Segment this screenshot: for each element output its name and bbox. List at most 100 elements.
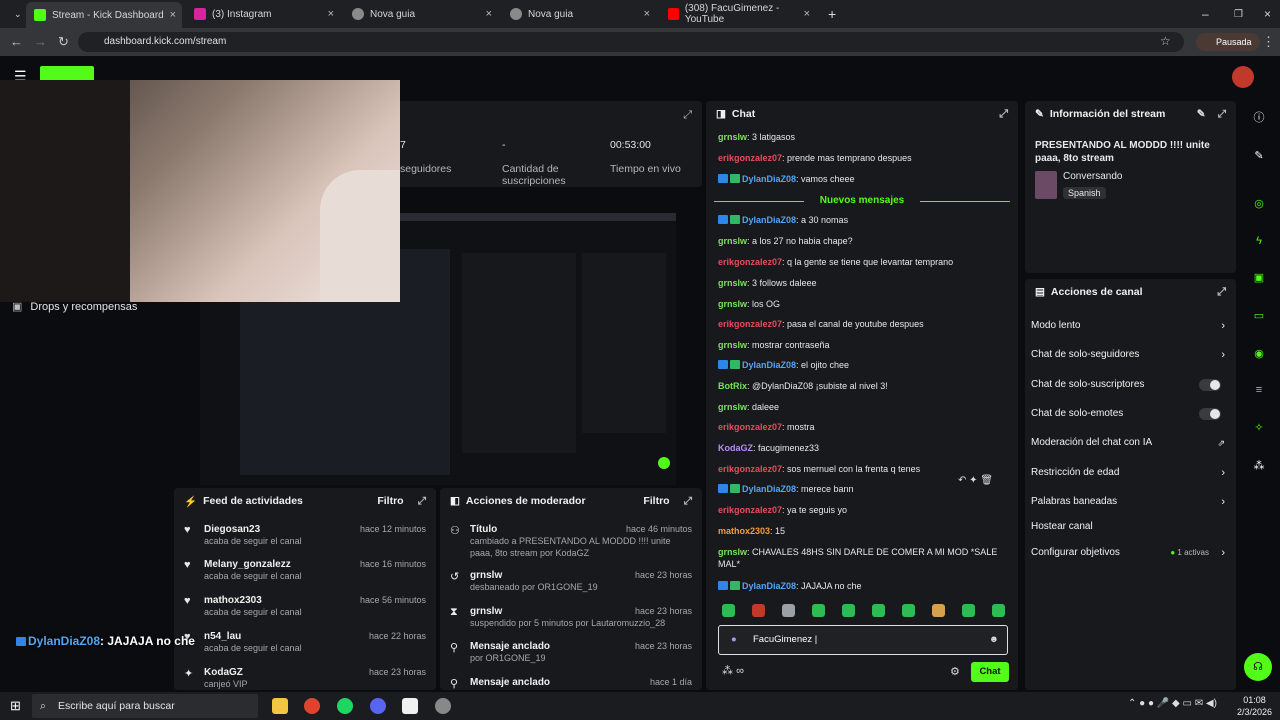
chat-username[interactable]: grnslw bbox=[718, 402, 747, 412]
points-indicator[interactable]: ⁂ ∞ bbox=[722, 664, 744, 677]
action-age-restriction[interactable]: Restricción de edad › bbox=[1031, 465, 1231, 481]
emote-icon[interactable] bbox=[722, 604, 735, 617]
chat-username[interactable]: grnslw bbox=[718, 132, 747, 142]
reload-icon[interactable]: ↻ bbox=[58, 34, 69, 50]
windows-start-icon[interactable]: ⊞ bbox=[10, 698, 21, 714]
chat-username[interactable]: DylanDiaZ08 bbox=[742, 215, 796, 225]
maximize-button[interactable]: ❐ bbox=[1226, 4, 1251, 24]
close-tab-icon[interactable]: × bbox=[486, 8, 492, 20]
chat-username[interactable]: erikgonzalez07 bbox=[718, 257, 782, 267]
chat-username[interactable]: KodaGZ bbox=[718, 443, 753, 453]
back-icon[interactable]: ← bbox=[10, 34, 23, 49]
gear-icon[interactable]: ⚙ bbox=[950, 665, 960, 678]
emote-icon[interactable] bbox=[752, 604, 765, 617]
help-headset-icon[interactable]: ☊ bbox=[1244, 653, 1272, 681]
close-tab-icon[interactable]: × bbox=[328, 8, 334, 20]
chat-icon[interactable]: ▭ bbox=[1250, 307, 1268, 325]
chat-username[interactable]: BotRix bbox=[718, 381, 747, 391]
profile-button[interactable]: Pausada bbox=[1196, 33, 1260, 51]
action-banned-words[interactable]: Palabras baneadas › bbox=[1031, 494, 1231, 510]
chat-username[interactable]: erikgonzalez07 bbox=[718, 505, 782, 515]
emote-icon[interactable] bbox=[962, 604, 975, 617]
emote-icon[interactable] bbox=[842, 604, 855, 617]
emote-icon[interactable] bbox=[932, 604, 945, 617]
obs-icon[interactable] bbox=[435, 698, 451, 714]
category-name[interactable]: Conversando bbox=[1063, 171, 1122, 182]
file-explorer-icon[interactable] bbox=[272, 698, 288, 714]
emoji-icon[interactable]: ☻ bbox=[989, 626, 999, 654]
forward-icon[interactable]: → bbox=[34, 34, 47, 49]
avatar[interactable] bbox=[1232, 66, 1254, 88]
sparkle-icon[interactable]: ⁂ bbox=[1250, 457, 1268, 475]
tab-search-icon[interactable]: ⌄ bbox=[6, 4, 22, 24]
close-tab-icon[interactable]: × bbox=[170, 9, 176, 21]
action-emotes-only[interactable]: Chat de solo-emotes bbox=[1031, 406, 1231, 422]
chat-input[interactable]: ● FacuGimenez | ☻ bbox=[718, 625, 1008, 655]
menu-dots-icon[interactable]: ⋮ bbox=[1262, 34, 1275, 50]
chat-username[interactable]: DylanDiaZ08 bbox=[742, 581, 796, 591]
tab-kick-dashboard[interactable]: Stream - Kick Dashboard × bbox=[26, 2, 182, 28]
new-tab-button[interactable]: + bbox=[820, 4, 840, 24]
chat-username[interactable]: DylanDiaZ08 bbox=[742, 174, 796, 184]
bolt-icon[interactable]: ϟ bbox=[1250, 232, 1268, 250]
tab-instagram[interactable]: (3) Instagram × bbox=[186, 4, 340, 24]
chat-username[interactable]: erikgonzalez07 bbox=[718, 319, 782, 329]
chat-username[interactable]: DylanDiaZ08 bbox=[742, 360, 796, 370]
action-subscribers-only[interactable]: Chat de solo-suscriptores bbox=[1031, 377, 1231, 393]
emote-icon[interactable] bbox=[782, 604, 795, 617]
chat-username[interactable]: grnslw bbox=[718, 547, 747, 557]
emote-icon[interactable] bbox=[872, 604, 885, 617]
tab-youtube[interactable]: (308) FacuGimenez - YouTube × bbox=[660, 3, 816, 25]
wrench-icon[interactable]: ✧ bbox=[1250, 419, 1268, 437]
action-goals[interactable]: Configurar objetivos ● 1 activas › bbox=[1031, 545, 1231, 561]
close-tab-icon[interactable]: × bbox=[804, 8, 810, 20]
chat-username[interactable]: DylanDiaZ08 bbox=[742, 484, 796, 494]
emote-icon[interactable] bbox=[992, 604, 1005, 617]
emotes-only-toggle[interactable] bbox=[1199, 408, 1221, 420]
tab-nova-guia-2[interactable]: Nova guia × bbox=[502, 4, 656, 24]
clipboard-icon[interactable]: ▣ bbox=[1250, 269, 1268, 287]
info-icon[interactable]: ⓘ bbox=[1250, 109, 1268, 127]
expand-icon[interactable]: ⤢ bbox=[418, 495, 426, 508]
emote-icon[interactable] bbox=[902, 604, 915, 617]
url-field[interactable]: dashboard.kick.com/stream bbox=[78, 32, 1184, 52]
chat-username[interactable]: erikgonzalez07 bbox=[718, 422, 782, 432]
chat-username[interactable]: erikgonzalez07 bbox=[718, 464, 782, 474]
taskbar-search[interactable]: ⌕ Escribe aquí para buscar bbox=[32, 694, 258, 718]
feed-filter-button[interactable]: Filtro bbox=[377, 495, 403, 507]
chat-username[interactable]: grnslw bbox=[718, 340, 747, 350]
chat-username[interactable]: mathox2303 bbox=[718, 526, 770, 536]
emote-icon[interactable] bbox=[812, 604, 825, 617]
close-tab-icon[interactable]: × bbox=[644, 8, 650, 20]
expand-icon[interactable]: ⤢ bbox=[683, 109, 692, 122]
chat-username[interactable]: grnslw bbox=[718, 236, 747, 246]
tab-nova-guia-1[interactable]: Nova guia × bbox=[344, 4, 498, 24]
chat-username[interactable]: grnslw bbox=[718, 278, 747, 288]
action-ai-moderation[interactable]: Moderación del chat con IA ⇗ bbox=[1031, 435, 1231, 451]
target-icon[interactable]: ◎ bbox=[1250, 195, 1268, 213]
system-tray-icons[interactable]: ⌃ ● ● 🎤 ◆ ▭ ✉ ◀) bbox=[1128, 698, 1217, 709]
expand-icon[interactable]: ⤢ bbox=[999, 108, 1008, 121]
list-icon[interactable]: ≡ bbox=[1250, 381, 1268, 399]
broadcast-icon[interactable]: ◉ bbox=[1250, 345, 1268, 363]
chat-username[interactable]: grnslw bbox=[718, 299, 747, 309]
close-window-button[interactable]: × bbox=[1256, 4, 1279, 24]
store-icon[interactable] bbox=[402, 698, 418, 714]
action-slow-mode[interactable]: Modo lento › bbox=[1031, 318, 1231, 334]
expand-icon[interactable]: ⤢ bbox=[684, 495, 692, 508]
subscribers-only-toggle[interactable] bbox=[1199, 379, 1221, 391]
new-messages-divider[interactable]: Nuevos mensajes bbox=[714, 195, 1010, 206]
pencil-icon[interactable]: ✎ bbox=[1250, 147, 1268, 165]
send-chat-button[interactable]: Chat bbox=[971, 662, 1009, 682]
taskbar-clock[interactable]: 01:08 2/3/2026 bbox=[1237, 694, 1272, 718]
expand-icon[interactable]: ⤢ bbox=[1218, 108, 1226, 121]
action-followers-only[interactable]: Chat de solo-seguidores › bbox=[1031, 347, 1231, 363]
action-host-channel[interactable]: Hostear canal bbox=[1031, 519, 1231, 535]
chrome-icon[interactable] bbox=[304, 698, 320, 714]
spotify-icon[interactable] bbox=[337, 698, 353, 714]
discord-icon[interactable] bbox=[370, 698, 386, 714]
bookmark-star-icon[interactable]: ☆ bbox=[1160, 34, 1171, 48]
chat-username[interactable]: erikgonzalez07 bbox=[718, 153, 782, 163]
expand-icon[interactable]: ⤢ bbox=[1217, 286, 1226, 299]
edit-icon[interactable]: ✎ bbox=[1197, 108, 1206, 120]
